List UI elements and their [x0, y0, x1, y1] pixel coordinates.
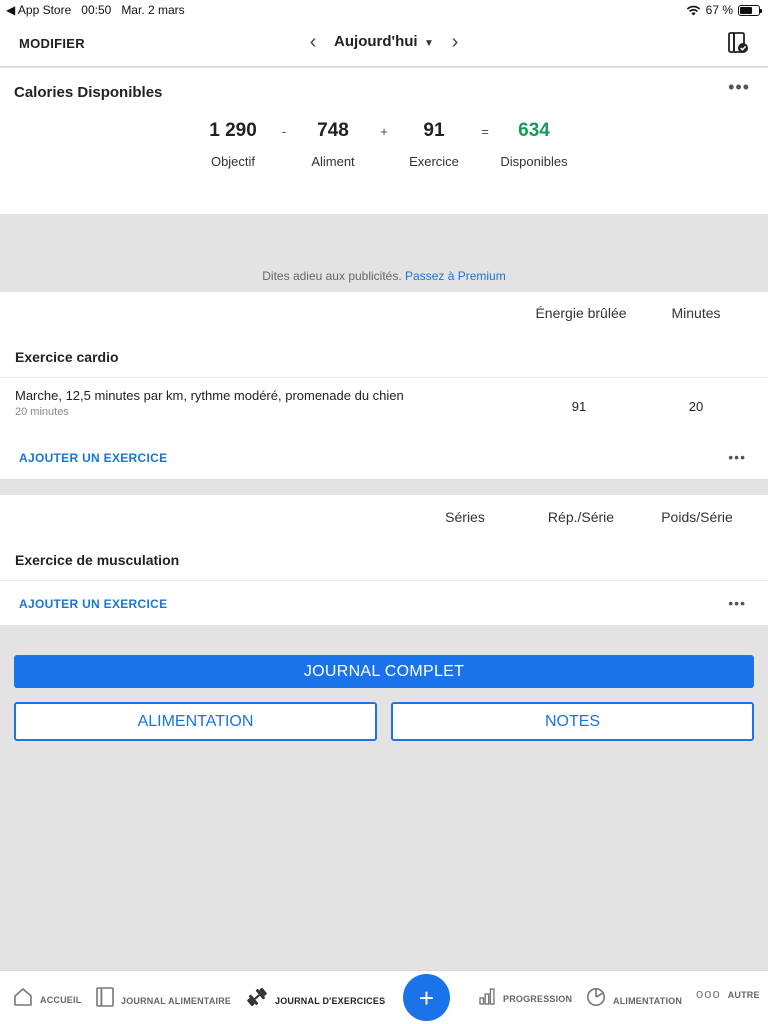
date-picker[interactable]: Aujourd'hui ▼ [334, 33, 434, 51]
strength-title: Exercice de musculation [15, 552, 180, 568]
entry-name: Marche, 12,5 minutes par km, rythme modé… [15, 388, 404, 403]
divider [0, 377, 768, 378]
wifi-icon [686, 5, 700, 15]
status-time: 00:50 [81, 3, 112, 17]
calories-card: Calories Disponibles ••• 1 290 Objectif … [0, 68, 768, 214]
exercise-label: Exercice [409, 154, 459, 169]
entry-minutes: 20 [688, 399, 704, 414]
date-navigator: ‹ Aujourd'hui ▼ › [0, 32, 768, 52]
bar-chart-icon [479, 988, 495, 1005]
calories-title: Calories Disponibles [14, 84, 163, 101]
tab-home[interactable]: ACCUEIL [13, 987, 81, 1006]
entry-duration: 20 minutes [15, 406, 69, 418]
exercise-value: 91 [423, 120, 445, 141]
tab-label: JOURNAL ALIMENTAIRE [121, 996, 232, 1006]
book-icon [96, 987, 114, 1007]
goal-value: 1 290 [209, 120, 257, 141]
home-icon [14, 988, 32, 1006]
full-journal-button[interactable]: JOURNAL COMPLET [14, 655, 754, 688]
remaining-label: Disponibles [500, 154, 568, 169]
tab-label: AUTRE [727, 990, 760, 1000]
add-cardio-exercise-button[interactable]: AJOUTER UN EXERCICE [19, 451, 167, 465]
goal-label: Objectif [210, 154, 256, 169]
tab-progress[interactable]: PROGRESSION [478, 987, 572, 1005]
sets-column-header: Séries [445, 509, 485, 525]
food-column[interactable]: 748 Aliment [283, 120, 383, 169]
more-options-icon[interactable]: ••• [728, 78, 750, 96]
back-to-app-store[interactable]: ◀ App Store [6, 3, 71, 17]
cardio-title: Exercice cardio [15, 349, 119, 365]
reps-column-header: Rép./Série [547, 509, 615, 525]
tab-label: JOURNAL D'EXERCICES [275, 996, 386, 1006]
tab-more[interactable]: ooo AUTRE [696, 987, 760, 1001]
notes-button[interactable]: NOTES [391, 702, 754, 741]
battery-percent: 67 % [705, 3, 733, 17]
caret-down-icon: ▼ [424, 38, 434, 49]
more-options-icon[interactable]: ••• [728, 596, 746, 610]
tab-bar: ACCUEIL JOURNAL ALIMENTAIRE JOURNAL D'EX… [0, 970, 768, 1024]
tab-label: ACCUEIL [40, 995, 82, 1005]
status-bar: ◀ App Store 00:50 Mar. 2 mars 67 % [0, 0, 768, 20]
tab-label: ALIMENTATION [613, 996, 683, 1006]
battery-icon [738, 4, 762, 16]
minutes-column-header: Minutes [671, 305, 721, 321]
pie-chart-icon [587, 988, 605, 1006]
nav-bar: MODIFIER ‹ Aujourd'hui ▼ › [0, 20, 768, 67]
divider [0, 580, 768, 581]
remaining-column[interactable]: 634 Disponibles [484, 120, 584, 169]
premium-link[interactable]: Passez à Premium [405, 269, 506, 283]
tab-exercise-diary[interactable]: JOURNAL D'EXERCICES [246, 987, 385, 1007]
exercise-column[interactable]: 91 Exercice [384, 120, 484, 169]
tab-nutrition[interactable]: ALIMENTATION [586, 987, 682, 1007]
entry-energy: 91 [571, 399, 587, 414]
diary-complete-icon[interactable] [728, 32, 748, 54]
weight-column-header: Poids/Série [661, 509, 733, 525]
more-options-icon[interactable]: ••• [728, 450, 746, 464]
remaining-value: 634 [518, 120, 550, 141]
chevron-right-icon[interactable]: › [444, 32, 466, 52]
status-date: Mar. 2 mars [121, 3, 185, 17]
date-label: Aujourd'hui [334, 33, 418, 50]
ad-text: Dites adieu aux publicités. [262, 269, 402, 283]
tab-food-diary[interactable]: JOURNAL ALIMENTAIRE [96, 987, 231, 1007]
food-value: 748 [317, 120, 349, 141]
tab-label: PROGRESSION [503, 994, 573, 1004]
add-strength-exercise-button[interactable]: AJOUTER UN EXERCICE [19, 597, 167, 611]
dumbbell-icon [247, 987, 267, 1007]
quick-add-button[interactable]: + [403, 974, 450, 1021]
food-button[interactable]: ALIMENTATION [14, 702, 377, 741]
cardio-section: Énergie brûlée Minutes Exercice cardio M… [0, 292, 768, 479]
ad-banner: Dites adieu aux publicités. Passez à Pre… [0, 214, 768, 292]
food-label: Aliment [311, 154, 355, 169]
strength-section: Séries Rép./Série Poids/Série Exercice d… [0, 495, 768, 625]
chevron-left-icon[interactable]: ‹ [302, 32, 324, 52]
more-icon: ooo [696, 986, 721, 1001]
ad-text-line: Dites adieu aux publicités. Passez à Pre… [0, 269, 768, 283]
goal-column[interactable]: 1 290 Objectif [183, 120, 283, 169]
energy-column-header: Énergie brûlée [535, 305, 627, 321]
